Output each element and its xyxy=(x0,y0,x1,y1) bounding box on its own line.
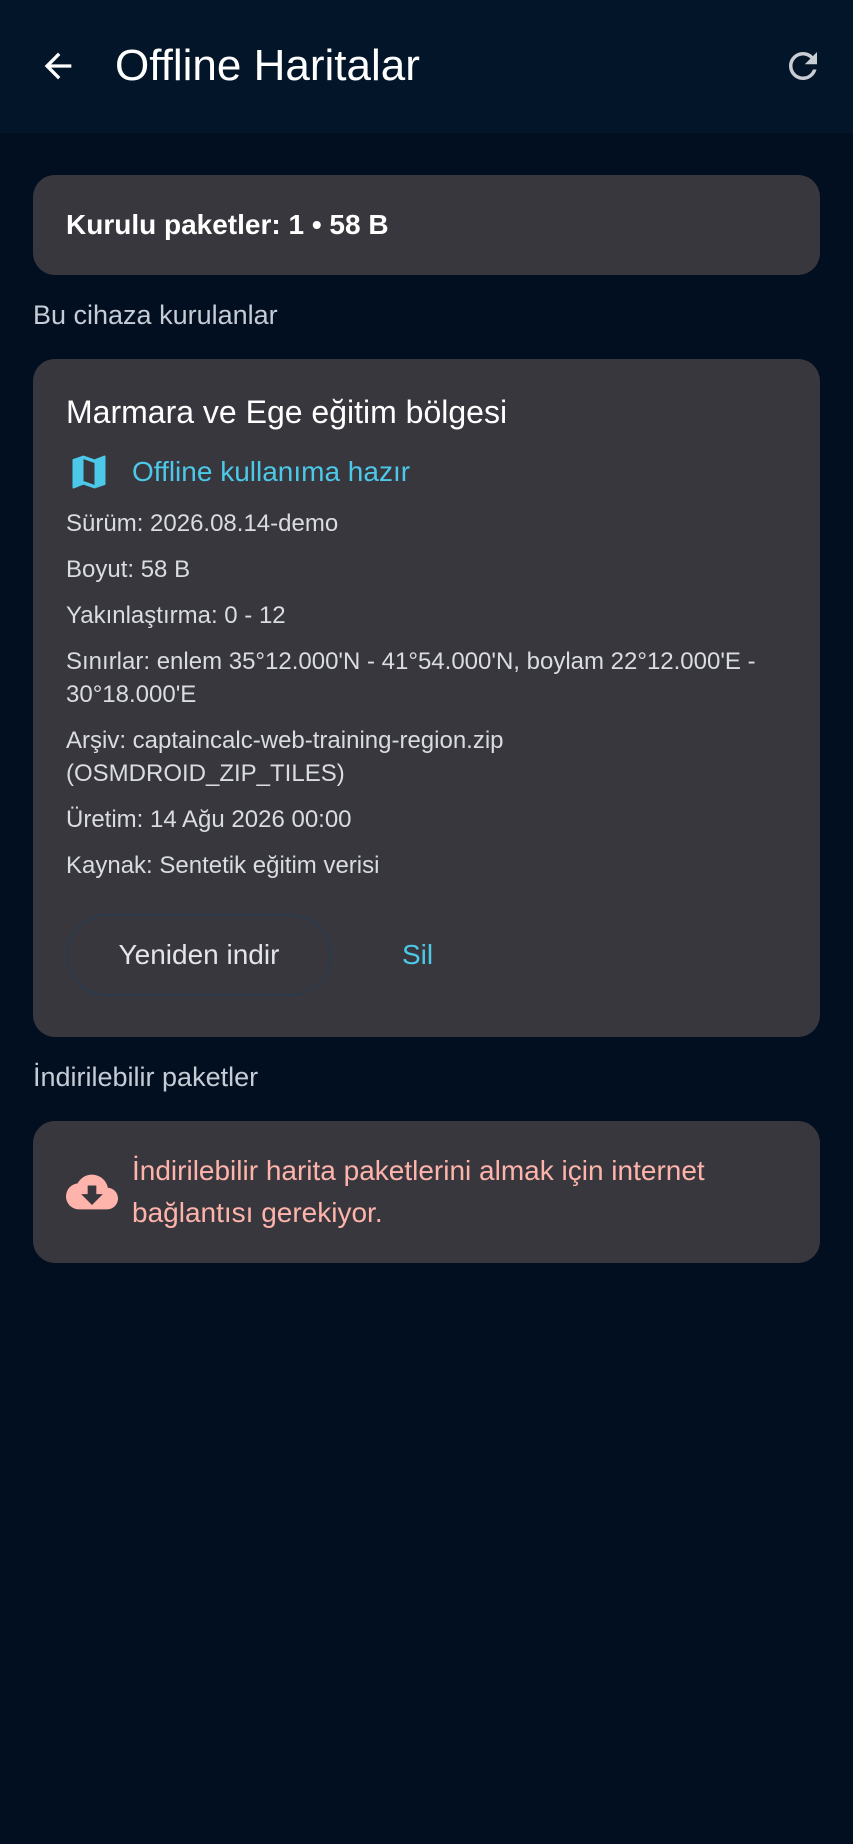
package-status-text: Offline kullanıma hazır xyxy=(132,456,411,487)
map-icon xyxy=(66,449,112,495)
package-zoom: Yakınlaştırma: 0 - 12 xyxy=(66,602,286,629)
package-status: Offline kullanıma hazır xyxy=(66,447,787,497)
package-bounds: Sınırlar: enlem 35°12.000'N - 41°54.000'… xyxy=(66,648,756,708)
package-size: Boyut: 58 B xyxy=(66,556,191,583)
available-section-label: İndirilebilir paketler xyxy=(33,1062,259,1092)
delete-button[interactable]: Sil xyxy=(392,929,443,981)
package-archive: Arşiv: captaincalc-web-training-region.z… xyxy=(66,727,504,787)
package-title: Marmara ve Ege eğitim bölgesi xyxy=(66,394,508,430)
connection-error-card: İndirilebilir harita paketlerini almak i… xyxy=(33,1121,820,1263)
refresh-icon xyxy=(789,52,817,80)
top-app-bar: Offline Haritalar xyxy=(0,0,853,133)
back-button[interactable] xyxy=(32,40,84,92)
installed-summary: Kurulu paketler: 1 • 58 B xyxy=(66,209,389,240)
package-created: Üretim: 14 Ağu 2026 00:00 xyxy=(66,806,352,833)
installed-section-label: Bu cihaza kurulanlar xyxy=(33,300,278,330)
refresh-button[interactable] xyxy=(777,40,829,92)
cloud-download-icon xyxy=(66,1166,118,1218)
redownload-button[interactable]: Yeniden indir xyxy=(66,914,332,996)
page-title: Offline Haritalar xyxy=(115,41,420,90)
summary-card: Kurulu paketler: 1 • 58 B xyxy=(33,175,820,275)
package-actions: Yeniden indir Sil xyxy=(66,914,443,996)
connection-error-text: İndirilebilir harita paketlerini almak i… xyxy=(132,1155,705,1228)
package-source: Kaynak: Sentetik eğitim verisi xyxy=(66,852,380,879)
package-card: Marmara ve Ege eğitim bölgesi Offline ku… xyxy=(33,359,820,1037)
package-version: Sürüm: 2026.08.14-demo xyxy=(66,510,339,537)
arrow-back-icon xyxy=(44,52,72,80)
